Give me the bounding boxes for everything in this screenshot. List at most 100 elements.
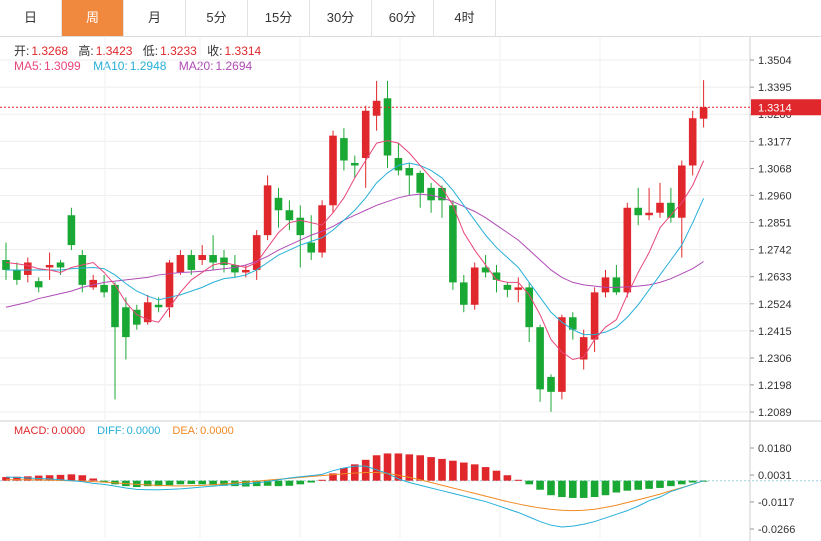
candle-body [503, 284, 512, 290]
macd-histogram-bar [285, 480, 294, 486]
candle-body [78, 255, 87, 285]
price-tick-label: 1.3504 [758, 55, 792, 67]
candle-body [558, 317, 566, 392]
macd-histogram-bar [579, 480, 588, 498]
candle-body [209, 255, 217, 263]
candle-body [547, 376, 555, 392]
candle-body [372, 100, 381, 116]
tab-60min[interactable]: 60分 [372, 0, 434, 36]
candle-body [56, 262, 65, 268]
price-tick-label: 1.2851 [758, 217, 792, 229]
macd-histogram-bar [416, 455, 424, 481]
candle-body [24, 262, 32, 275]
price-tick-label: 1.2198 [758, 380, 792, 392]
price-tick-label: 1.2306 [758, 353, 792, 365]
macd-histogram-bar [449, 460, 457, 481]
macd-histogram-bar [503, 475, 512, 481]
price-tick-label: 1.2742 [758, 245, 792, 257]
candle-body [2, 260, 10, 270]
candle-body [122, 307, 130, 338]
tab-week[interactable]: 周 [62, 0, 124, 36]
candle-body [514, 287, 523, 290]
candle-body [165, 262, 174, 308]
candle-body [470, 267, 479, 305]
candle-body [449, 205, 457, 283]
macd-histogram-bar [470, 464, 479, 481]
price-tick-label: 1.3395 [758, 82, 792, 94]
macd-histogram-bar [623, 480, 632, 491]
ma10-line [6, 162, 705, 336]
candle-body [34, 281, 43, 288]
macd-histogram-bar [536, 480, 544, 490]
candle-body [89, 279, 97, 288]
candle-body [274, 197, 283, 211]
macd-histogram-bar [667, 480, 675, 487]
macd-tick-label: 0.0180 [758, 443, 792, 455]
price-tick-label: 1.2633 [758, 272, 792, 284]
candle-body [252, 235, 261, 270]
period-tabbar: 日 周 月 5分 15分 30分 60分 4时 [0, 0, 821, 37]
candle-body [318, 205, 326, 253]
candle-body [176, 255, 185, 273]
candle-body [645, 212, 653, 216]
last-price-label: 1.3314 [758, 102, 792, 114]
candle-body [601, 277, 610, 293]
price-tick-label: 1.2415 [758, 326, 792, 338]
tab-4hour[interactable]: 4时 [434, 0, 496, 36]
macd-histogram-bar [514, 479, 523, 481]
candle-body [100, 284, 108, 293]
candle-body [634, 207, 642, 216]
candle-body [623, 207, 632, 293]
macd-histogram-bar [394, 453, 403, 481]
tab-day[interactable]: 日 [0, 0, 62, 36]
macd-histogram-bar [383, 453, 392, 481]
macd-histogram-bar [558, 480, 566, 498]
candle-body [688, 118, 697, 166]
candle-body [220, 257, 228, 265]
macd-histogram-bar [612, 480, 621, 493]
macd-histogram-bar [165, 480, 174, 486]
tab-5min[interactable]: 5分 [186, 0, 248, 36]
tab-15min[interactable]: 15分 [248, 0, 310, 36]
candle-body [340, 138, 348, 161]
macd-histogram-bar [78, 475, 87, 481]
candle-body [154, 304, 163, 308]
macd-tick-label: 0.0031 [758, 470, 792, 482]
candlestick-chart[interactable]: 1.35041.33951.32861.31771.30681.29601.28… [0, 37, 821, 541]
ma20-line [5, 193, 704, 308]
candle-body [427, 187, 435, 201]
macd-histogram-bar [460, 462, 468, 481]
candle-body [263, 185, 272, 236]
macd-histogram-bar [274, 480, 283, 487]
macd-tick-label: -0.0117 [758, 497, 795, 509]
candle-body [67, 215, 76, 246]
macd-histogram-bar [67, 474, 76, 481]
macd-histogram-bar [318, 479, 326, 481]
candle-body [525, 287, 533, 328]
macd-histogram-bar [296, 480, 305, 485]
macd-histogram-bar [89, 478, 97, 481]
candle-body [361, 110, 370, 159]
macd-histogram-bar [656, 480, 664, 488]
tab-30min[interactable]: 30分 [310, 0, 372, 36]
tab-month[interactable]: 月 [124, 0, 186, 36]
macd-histogram-bar [361, 459, 370, 481]
macd-histogram-bar [427, 457, 435, 481]
price-tick-label: 1.2524 [758, 299, 792, 311]
candle-body [351, 162, 359, 166]
candle-body [198, 255, 206, 261]
candle-body [590, 292, 599, 340]
macd-histogram-bar [438, 458, 446, 481]
macd-histogram-bar [198, 480, 206, 485]
candle-body [405, 167, 414, 176]
candle-body [460, 282, 468, 305]
candle-body [187, 255, 196, 270]
candle-body [656, 202, 664, 213]
price-tick-label: 1.2089 [758, 407, 792, 419]
macd-histogram-bar [372, 455, 381, 481]
candle-body [612, 277, 621, 293]
candle-body [416, 172, 424, 193]
macd-histogram-bar [187, 480, 196, 484]
candle-body [699, 107, 708, 119]
macd-histogram-bar [481, 467, 490, 481]
